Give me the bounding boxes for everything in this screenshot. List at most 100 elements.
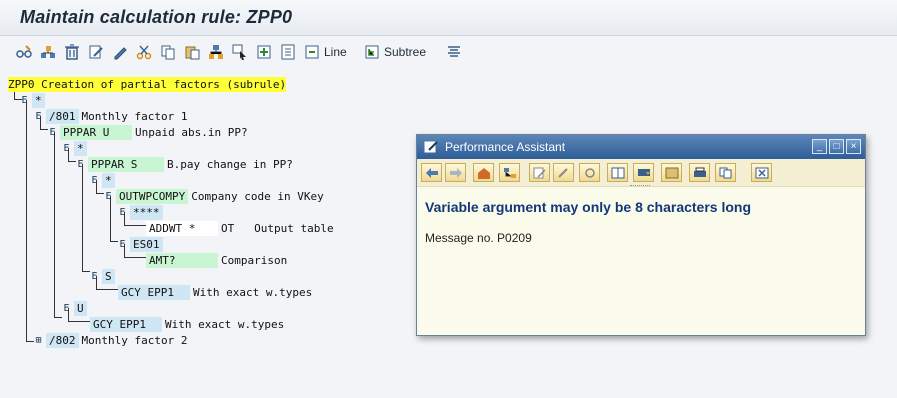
cut-button[interactable] bbox=[136, 42, 152, 62]
line-button[interactable]: Line bbox=[305, 42, 347, 62]
tree-node[interactable]: ES bbox=[90, 269, 115, 284]
expand-icon[interactable]: E bbox=[118, 237, 127, 252]
pencil-button[interactable] bbox=[112, 42, 128, 62]
tree-node[interactable]: E PPPAR S B.pay change in PP? bbox=[76, 157, 296, 172]
forward-button[interactable] bbox=[445, 163, 466, 182]
close-dialog-button[interactable] bbox=[751, 163, 772, 182]
copy-icon bbox=[719, 167, 731, 178]
copy-button[interactable] bbox=[160, 42, 176, 62]
root-code: ZPP0 bbox=[8, 77, 35, 92]
insert-doc-icon bbox=[281, 44, 295, 60]
home-button[interactable] bbox=[473, 163, 494, 182]
expand-icon[interactable]: E bbox=[76, 157, 85, 172]
back-icon bbox=[425, 167, 438, 178]
tree-node[interactable]: E **** bbox=[118, 205, 163, 220]
home-icon bbox=[477, 167, 490, 179]
line-icon bbox=[305, 45, 319, 59]
expand-icon[interactable]: E bbox=[104, 189, 113, 204]
print-button[interactable] bbox=[689, 163, 710, 182]
maximize-button[interactable]: □ bbox=[829, 139, 844, 154]
glasses-icon bbox=[16, 45, 32, 58]
tree-node[interactable]: GCY EPP1 With exact w.types bbox=[90, 317, 287, 332]
edit-icon bbox=[533, 167, 546, 178]
close-button[interactable]: × bbox=[846, 139, 861, 154]
hierarchy-button[interactable] bbox=[40, 42, 56, 62]
dialog-title: Performance Assistant bbox=[445, 140, 566, 154]
dialog-title-bar[interactable]: Performance Assistant _ □ × bbox=[417, 135, 865, 159]
edit-icon bbox=[89, 45, 103, 59]
message-text: Variable argument may only be 8 characte… bbox=[425, 199, 752, 215]
tools-icon bbox=[557, 167, 568, 178]
tree-node[interactable]: E/801 Monthly factor 1 bbox=[34, 109, 190, 124]
tree-move-icon bbox=[209, 45, 223, 59]
back-button[interactable] bbox=[421, 163, 442, 182]
tree-node[interactable]: EU bbox=[62, 301, 87, 316]
tree-node[interactable]: ⊞/802 Monthly factor 2 bbox=[34, 333, 190, 348]
cursor-select-icon bbox=[232, 44, 246, 60]
align-button[interactable] bbox=[446, 42, 462, 62]
performance-assistant-icon bbox=[424, 141, 438, 153]
tree-node[interactable]: AMT? Comparison bbox=[146, 253, 290, 268]
tools-button[interactable] bbox=[553, 163, 574, 182]
tree-root[interactable]: ZPP0 Creation of partial factors (subrul… bbox=[8, 77, 287, 92]
settings-icon bbox=[584, 167, 595, 178]
pencil-icon bbox=[114, 47, 127, 60]
align-icon bbox=[448, 46, 460, 57]
splitter-grip[interactable] bbox=[630, 185, 650, 187]
flag-icon bbox=[637, 168, 650, 176]
expand-icon[interactable]: ⊞ bbox=[34, 333, 43, 348]
copy-icon bbox=[161, 45, 175, 60]
minimize-button[interactable]: _ bbox=[812, 139, 827, 154]
save-button[interactable] bbox=[661, 163, 682, 182]
root-text: Creation of partial factors (subrule) bbox=[41, 77, 287, 92]
tree-node[interactable]: E * bbox=[20, 93, 45, 108]
paste-icon bbox=[185, 46, 200, 60]
select-button[interactable] bbox=[232, 42, 248, 62]
forward-icon bbox=[449, 167, 462, 178]
paste-button[interactable] bbox=[184, 42, 200, 62]
insert-button[interactable] bbox=[256, 42, 272, 62]
expand-icon[interactable]: E bbox=[118, 205, 127, 220]
edit-button[interactable] bbox=[88, 42, 104, 62]
subtree-icon bbox=[365, 45, 379, 59]
delete-button[interactable] bbox=[64, 42, 80, 62]
close-icon bbox=[755, 167, 768, 178]
subtree-label: Subtree bbox=[384, 45, 427, 59]
move-subtree-button[interactable] bbox=[208, 42, 224, 62]
edit-button[interactable] bbox=[529, 163, 550, 182]
expand-icon[interactable]: E bbox=[90, 173, 99, 188]
display-change-button[interactable] bbox=[16, 42, 32, 62]
performance-assistant-dialog: Performance Assistant _ □ × Variable arg… bbox=[416, 134, 866, 336]
expand-icon[interactable]: E bbox=[62, 141, 71, 156]
expand-icon[interactable]: E bbox=[48, 125, 57, 140]
application-toolbar: Line Subtree bbox=[0, 37, 897, 67]
save-icon bbox=[665, 167, 678, 178]
subtree-button[interactable]: Subtree bbox=[365, 42, 426, 62]
flag-button[interactable] bbox=[633, 163, 654, 182]
expand-icon[interactable]: E bbox=[20, 93, 29, 108]
insert-document-button[interactable] bbox=[280, 42, 296, 62]
tree-node[interactable]: E PPPAR U Unpaid abs.in PP? bbox=[48, 125, 251, 140]
line-label: Line bbox=[324, 45, 347, 59]
print-icon bbox=[693, 167, 706, 177]
expand-icon[interactable]: E bbox=[62, 301, 71, 316]
expand-icon[interactable]: E bbox=[90, 269, 99, 284]
expand-icon[interactable]: E bbox=[34, 109, 43, 124]
dialog-toolbar bbox=[417, 159, 865, 187]
book-button[interactable] bbox=[607, 163, 628, 182]
tree-node[interactable]: E * bbox=[62, 141, 87, 156]
settings-button[interactable] bbox=[579, 163, 600, 182]
structure-icon bbox=[503, 167, 516, 178]
tree-node[interactable]: E OUTWPCOMPY Company code in VKey bbox=[104, 189, 327, 204]
tree-node[interactable]: GCY EPP1 With exact w.types bbox=[118, 285, 315, 300]
copy-button[interactable] bbox=[715, 163, 736, 182]
title-bar: Maintain calculation rule: ZPP0 bbox=[0, 0, 897, 36]
tree-node[interactable]: ADDWT * OT Output table bbox=[146, 221, 337, 236]
sap-window: Maintain calculation rule: ZPP0 Line Sub… bbox=[0, 0, 897, 398]
hierarchy-icon bbox=[41, 46, 55, 58]
tree-node[interactable]: E ES01 bbox=[118, 237, 163, 252]
message-number: Message no. P0209 bbox=[425, 231, 532, 245]
structure-button[interactable] bbox=[499, 163, 520, 182]
scissors-icon bbox=[136, 45, 152, 60]
tree-node[interactable]: E * bbox=[90, 173, 115, 188]
